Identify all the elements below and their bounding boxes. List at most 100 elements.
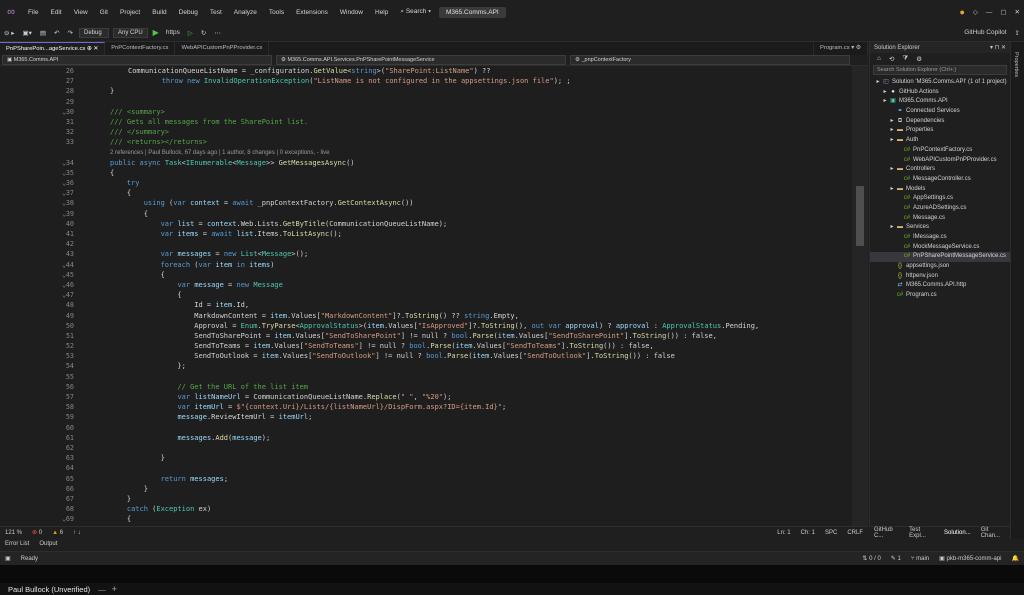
run-profile-button[interactable]: https bbox=[162, 29, 184, 36]
tree-item[interactable]: ⚭ Connected Services bbox=[870, 107, 1010, 117]
tree-item[interactable]: ▸ ▬ Services bbox=[870, 223, 1010, 233]
code-line[interactable]: 64 bbox=[0, 463, 868, 473]
tree-item[interactable]: {} httpenv.json bbox=[870, 272, 1010, 282]
tree-item[interactable]: c# IMessage.cs bbox=[870, 233, 1010, 243]
repo-indicator[interactable]: ▣ pkb-m365-comm-api bbox=[934, 555, 1006, 562]
copilot-button[interactable]: GitHub Copilot bbox=[960, 29, 1010, 36]
code-line[interactable]: 29 bbox=[0, 97, 868, 107]
notification-icon[interactable]: 🔔 bbox=[1007, 555, 1024, 562]
tree-item[interactable]: {} appsettings.json bbox=[870, 262, 1010, 272]
menu-item-view[interactable]: View bbox=[68, 9, 94, 16]
tree-item[interactable]: ▸ ◰ Solution 'M365.Comms.API' (1 of 1 proj… bbox=[870, 78, 1010, 88]
menu-item-extensions[interactable]: Extensions bbox=[290, 9, 334, 16]
menu-item-git[interactable]: Git bbox=[94, 9, 114, 16]
chevron-icon[interactable]: ▸ bbox=[874, 78, 882, 88]
fold-chevron-icon[interactable]: ⌄ bbox=[62, 158, 66, 168]
code-line[interactable]: 42 bbox=[0, 239, 868, 249]
code-line[interactable]: 47 ⌄ { bbox=[0, 290, 868, 300]
code-line[interactable]: 37 ⌄ { bbox=[0, 188, 868, 198]
restore-button[interactable]: ▢ bbox=[996, 8, 1010, 16]
code-line[interactable]: 34 ⌄ public async Task<IEnumerable<Message… bbox=[0, 158, 868, 168]
filter-icon[interactable]: ⧩ bbox=[898, 55, 912, 63]
code-line[interactable]: 67 } bbox=[0, 494, 868, 504]
code-line[interactable]: 62 bbox=[0, 443, 868, 453]
tree-item[interactable]: c# AzureADSettings.cs bbox=[870, 204, 1010, 214]
tree-item[interactable]: ▸ ▬ Auth bbox=[870, 136, 1010, 146]
branch-indicator[interactable]: ⑂ main bbox=[906, 556, 934, 562]
tab-program[interactable]: Program.cs ▾ ⚙ bbox=[813, 42, 868, 55]
fold-chevron-icon[interactable]: ⌄ bbox=[62, 280, 66, 290]
column-indicator[interactable]: Ch: 1 bbox=[796, 530, 820, 536]
code-line[interactable]: 26 CommunicationQueueListName = _configur… bbox=[0, 66, 868, 76]
properties-strip[interactable]: Properties bbox=[1010, 42, 1024, 539]
home-icon[interactable]: ⌂ bbox=[873, 55, 885, 62]
tree-item[interactable]: c# PnPSharePointMessageService.cs bbox=[870, 252, 1010, 263]
platform-select[interactable]: Any CPU bbox=[112, 27, 148, 38]
code-line[interactable]: 49 MarkdownContent = item.Values["Markdo… bbox=[0, 311, 868, 321]
solution-search-input[interactable]: Search Solution Explorer (Ctrl+;) bbox=[873, 65, 1007, 75]
code-line[interactable]: 55 bbox=[0, 372, 868, 382]
tree-item[interactable]: c# MessageController.cs bbox=[870, 175, 1010, 185]
fold-chevron-icon[interactable]: ⌄ bbox=[62, 514, 66, 524]
code-line[interactable]: 53 SendToOutlook = item.Values["SendToOu… bbox=[0, 351, 868, 361]
code-line[interactable]: 35 ⌄ { bbox=[0, 168, 868, 178]
code-line[interactable]: 28} bbox=[0, 86, 868, 96]
tree-item[interactable]: ⇄ M365.Comms.API.http bbox=[870, 281, 1010, 291]
pin-icon[interactable]: ▾ ⊓ ✕ bbox=[990, 44, 1006, 51]
back-icon[interactable]: ⊖ ▸ bbox=[0, 29, 19, 37]
chevron-icon[interactable]: ▸ bbox=[881, 97, 889, 107]
diamond-icon[interactable]: ◇ bbox=[969, 8, 982, 16]
code-line[interactable]: 51 SendToSharePoint = item.Values["SendT… bbox=[0, 331, 868, 341]
save-icon[interactable]: ▤ bbox=[36, 29, 50, 37]
menu-item-edit[interactable]: Edit bbox=[44, 9, 67, 16]
code-line[interactable]: 61 messages.Add(message); bbox=[0, 433, 868, 443]
code-line[interactable]: 36 ⌄ try bbox=[0, 178, 868, 188]
fold-chevron-icon[interactable]: ⌄ bbox=[62, 290, 66, 300]
tree-item[interactable]: ▸ ▬ Properties bbox=[870, 126, 1010, 136]
code-line[interactable]: 68 catch (Exception ex) bbox=[0, 504, 868, 514]
menu-item-debug[interactable]: Debug bbox=[173, 9, 204, 16]
tree-item[interactable]: c# WebAPICustomPnPProvider.cs bbox=[870, 156, 1010, 166]
warnings-indicator[interactable]: ▲ 6 bbox=[47, 530, 68, 536]
code-line[interactable]: 58 var itemUrl = $"{context.Uri}/Lists/{… bbox=[0, 402, 868, 412]
chevron-icon[interactable]: ▸ bbox=[881, 88, 889, 98]
code-line[interactable]: 59 message.ReviewItemUrl = itemUrl; bbox=[0, 412, 868, 422]
tree-item[interactable]: ▸ ▬ Models bbox=[870, 185, 1010, 195]
share-icon[interactable]: ⇪ bbox=[1011, 29, 1024, 37]
project-dropdown[interactable]: ▣ M365.Comms.API bbox=[2, 55, 272, 65]
tab-pnpcontextfactory[interactable]: PnPContextFactory.cs bbox=[105, 42, 176, 55]
tree-item[interactable]: c# Message.cs bbox=[870, 214, 1010, 224]
fold-chevron-icon[interactable]: ⌄ bbox=[62, 209, 66, 219]
redo-icon[interactable]: ↷ bbox=[64, 29, 77, 37]
code-editor[interactable]: 26 CommunicationQueueListName = _configur… bbox=[0, 66, 868, 526]
run-icon[interactable]: ▶ bbox=[150, 28, 162, 37]
code-line[interactable]: 38 ⌄ using (var context = await _pnpConte… bbox=[0, 198, 868, 208]
add-tab-icon[interactable]: + bbox=[106, 584, 117, 594]
code-line[interactable]: 45 ⌄ { bbox=[0, 270, 868, 280]
search-button[interactable]: ⌕ Search ▾ bbox=[400, 8, 431, 16]
menu-item-file[interactable]: File bbox=[22, 9, 44, 16]
menu-item-help[interactable]: Help bbox=[369, 9, 394, 16]
code-line[interactable]: 57 var listNameUrl = CommunicationQueueL… bbox=[0, 392, 868, 402]
pending-changes[interactable]: ✎ 1 bbox=[886, 555, 906, 562]
code-line[interactable]: 27 throw new InvalidOperationException("… bbox=[0, 76, 868, 86]
code-line[interactable]: 39 ⌄ { bbox=[0, 209, 868, 219]
codelens[interactable]: 2 references | Paul Bullock, 67 days ago… bbox=[0, 148, 868, 158]
scrollbar-thumb[interactable] bbox=[856, 186, 864, 246]
configuration-select[interactable]: Debug bbox=[78, 27, 109, 38]
menu-item-test[interactable]: Test bbox=[204, 9, 228, 16]
chevron-icon[interactable]: ▸ bbox=[888, 126, 896, 136]
fold-chevron-icon[interactable]: ⌄ bbox=[62, 107, 66, 117]
member-dropdown[interactable]: ⚙ _pnpContextFactory bbox=[570, 55, 850, 65]
code-line[interactable]: 65 return messages; bbox=[0, 474, 868, 484]
code-line[interactable]: 60 bbox=[0, 423, 868, 433]
run-without-debug-icon[interactable]: ▷ bbox=[184, 29, 197, 37]
code-line[interactable]: 66 } bbox=[0, 484, 868, 494]
fold-chevron-icon[interactable]: ⌄ bbox=[62, 198, 66, 208]
code-line[interactable]: 44 ⌄ foreach (var item in items) bbox=[0, 260, 868, 270]
code-line[interactable]: 54 }; bbox=[0, 361, 868, 371]
tree-item[interactable]: ▸ ● GitHub Actions bbox=[870, 88, 1010, 98]
solution-bottom-tab[interactable]: Git Chan... bbox=[976, 527, 1010, 539]
new-item-icon[interactable]: ▣▾ bbox=[19, 29, 36, 37]
tree-item[interactable]: c# MockMessageService.cs bbox=[870, 243, 1010, 253]
